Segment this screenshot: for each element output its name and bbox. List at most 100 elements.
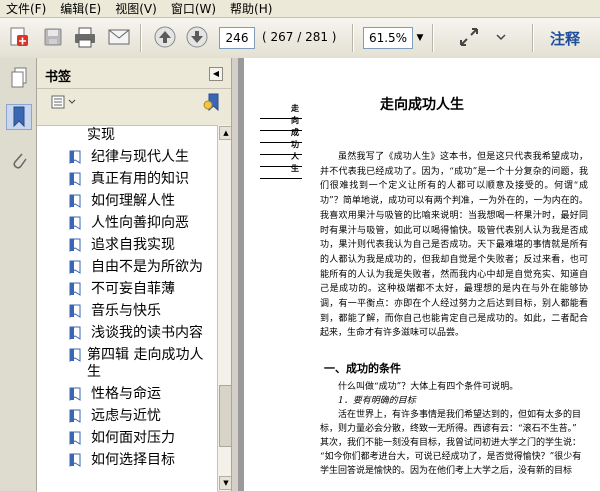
section-title: 一、成功的条件 [324, 362, 401, 375]
toolbar: 246 ( 267 / 281 ) 61.5% ▼ 注释 [0, 18, 600, 59]
list-item[interactable]: 真正有用的知识 [37, 171, 217, 188]
subheading: 1．要有明确的目标 [338, 396, 416, 406]
document-view[interactable]: 走向成功人生 走向成功人生 虽然我写了《成功人生》这本书，但是这只代表我希望成功… [238, 58, 600, 491]
list-item[interactable]: 音乐与快乐 [37, 303, 217, 320]
bookmark-icon [69, 216, 81, 230]
list-item[interactable]: 如何面对压力 [37, 430, 217, 447]
bookmark-label: 实现 [87, 127, 115, 143]
list-item[interactable]: 纪律与现代人生 [37, 149, 217, 166]
bookmark-icon [69, 282, 81, 296]
annotate-button[interactable]: 注释 [550, 28, 580, 49]
list-item[interactable]: 浅谈我的读书内容 [37, 325, 217, 342]
bookmark-scrollbar[interactable]: ▲ ▼ [217, 125, 233, 491]
chevron-up-icon: ▲ [223, 129, 229, 137]
bookmarks-tab[interactable] [6, 104, 32, 130]
paragraph: 虽然我写了《成功人生》这本书，但是这只代表我希望成功，并不代表我已经成功了。因为… [320, 152, 588, 339]
page-number-input[interactable]: 246 [219, 27, 255, 49]
list-item[interactable]: 自由不是为所欲为 [37, 259, 217, 276]
arrow-up-circle-icon [154, 26, 176, 48]
toolbar-separator [432, 24, 434, 52]
paperclip-icon [13, 153, 27, 169]
bookmark-find-icon [203, 93, 219, 112]
menu-view[interactable]: 视图(V) [109, 1, 165, 17]
page-count: ( 267 / 281 ) [262, 30, 337, 44]
list-options-icon [51, 95, 76, 109]
bookmark-label: 如何理解人性 [91, 193, 175, 209]
zoom-dropdown-button[interactable]: ▼ [413, 27, 427, 49]
text-line: 学生回答说是愉快的。因为在他们考上大学之后，没有新的目标 [320, 466, 573, 476]
text-line: 标，则力量必会分散，终致一无所得。西谚有云：“滚石不生苔。” [320, 424, 577, 434]
more-tools-button[interactable] [488, 24, 514, 50]
options-menu-button[interactable] [51, 93, 81, 111]
list-item[interactable]: 远虑与近忧 [37, 408, 217, 425]
expand-bookmark-button[interactable] [203, 92, 223, 112]
list-item[interactable]: 人性向善抑向恶 [37, 215, 217, 232]
text-line: 什么叫做“成功”？大体上有四个条件可说明。 [338, 382, 519, 392]
text-line: 其次，我们不能一刻没有目标，我曾试问初进大学之门的学生说： [320, 438, 582, 448]
menu-file[interactable]: 文件(F) [0, 1, 54, 17]
pages-tab[interactable] [8, 66, 30, 90]
fit-window-button[interactable] [456, 24, 482, 50]
panel-title: 书签 [45, 70, 72, 85]
create-pdf-button[interactable] [6, 24, 32, 50]
list-item[interactable]: 如何选择目标 [37, 452, 217, 469]
list-item[interactable]: 性格与命运 [37, 386, 217, 403]
chevron-left-icon: ◀ [212, 69, 220, 78]
bookmark-label: 真正有用的知识 [91, 171, 189, 187]
chevron-down-icon [496, 34, 506, 41]
bookmark-icon [69, 409, 81, 423]
text-line: 活在世界上，有许多事情是我们希望达到的，但如有太多的目 [338, 410, 582, 420]
email-button[interactable] [106, 24, 132, 50]
chevron-down-icon: ▼ [223, 479, 229, 487]
menu-window[interactable]: 窗口(W) [165, 1, 224, 17]
list-item[interactable]: 如何理解人性 [37, 193, 217, 210]
save-button[interactable] [40, 24, 66, 50]
bookmark-icon [69, 326, 81, 340]
panel-header: 书签 ◀ [37, 58, 231, 89]
bookmark-icon [69, 194, 81, 208]
bookmark-label: 自由不是为所欲为 [91, 259, 203, 275]
navigation-strip [0, 58, 37, 491]
printer-icon [75, 27, 95, 48]
bookmark-label: 追求自我实现 [91, 237, 175, 253]
next-page-button[interactable] [184, 24, 210, 50]
print-button[interactable] [72, 24, 98, 50]
bookmark-icon [69, 348, 81, 362]
bookmark-label: 如何选择目标 [91, 452, 175, 468]
zoom-input[interactable]: 61.5% [363, 27, 413, 49]
chapter-title: 走向成功人生 [380, 97, 464, 113]
toolbar-separator [532, 24, 534, 52]
panel-toolbar [37, 89, 231, 115]
divider [260, 178, 302, 179]
menu-edit[interactable]: 编辑(E) [54, 1, 109, 17]
bookmark-icon [69, 150, 81, 164]
bookmark-icon [69, 431, 81, 445]
bookmark-icon [69, 238, 81, 252]
bookmark-label: 浅谈我的读书内容 [91, 325, 203, 341]
bookmark-list: 实现 纪律与现代人生 真正有用的知识 如何理解人性 人性向善抑向恶 追求自我实现 [37, 125, 217, 492]
collapse-panel-button[interactable]: ◀ [209, 67, 223, 81]
menu-help[interactable]: 帮助(H) [224, 1, 280, 17]
bookmark-icon [69, 172, 81, 186]
create-pdf-icon [10, 27, 28, 46]
bookmark-label: 纪律与现代人生 [91, 149, 189, 165]
list-item[interactable]: 追求自我实现 [37, 237, 217, 254]
previous-page-button[interactable] [152, 24, 178, 50]
bookmark-label: 第四辑 走向成功人生 [87, 347, 204, 380]
bookmark-label: 如何面对压力 [91, 430, 175, 446]
list-item[interactable]: 实现 [37, 127, 217, 144]
bookmarks-panel: 书签 ◀ 实现 纪律与现代人生 真正有用的知识 如何理解人性 人性向善抑向恶 追… [37, 58, 233, 492]
bookmark-label: 人性向善抑向恶 [91, 215, 189, 231]
bookmark-icon [69, 260, 81, 274]
expand-arrows-icon [460, 28, 478, 46]
bookmark-label: 音乐与快乐 [91, 303, 161, 319]
bookmark-ribbon-icon [13, 106, 25, 128]
list-item[interactable]: 第四辑 走向成功人生 [37, 347, 217, 381]
list-item[interactable]: 不可妄自菲薄 [37, 281, 217, 298]
document-page: 走向成功人生 走向成功人生 虽然我写了《成功人生》这本书，但是这只代表我希望成功… [244, 58, 600, 491]
attachments-tab[interactable] [8, 148, 30, 172]
menu-bar: 文件(F) 编辑(E) 视图(V) 窗口(W) 帮助(H) [0, 0, 600, 18]
chevron-down-icon: ▼ [416, 33, 424, 43]
bookmark-label: 不可妄自菲薄 [91, 281, 175, 297]
text-line: “如今你们都考进台大，可说已经成功了，是否觉得愉快？”很少有 [320, 452, 582, 462]
